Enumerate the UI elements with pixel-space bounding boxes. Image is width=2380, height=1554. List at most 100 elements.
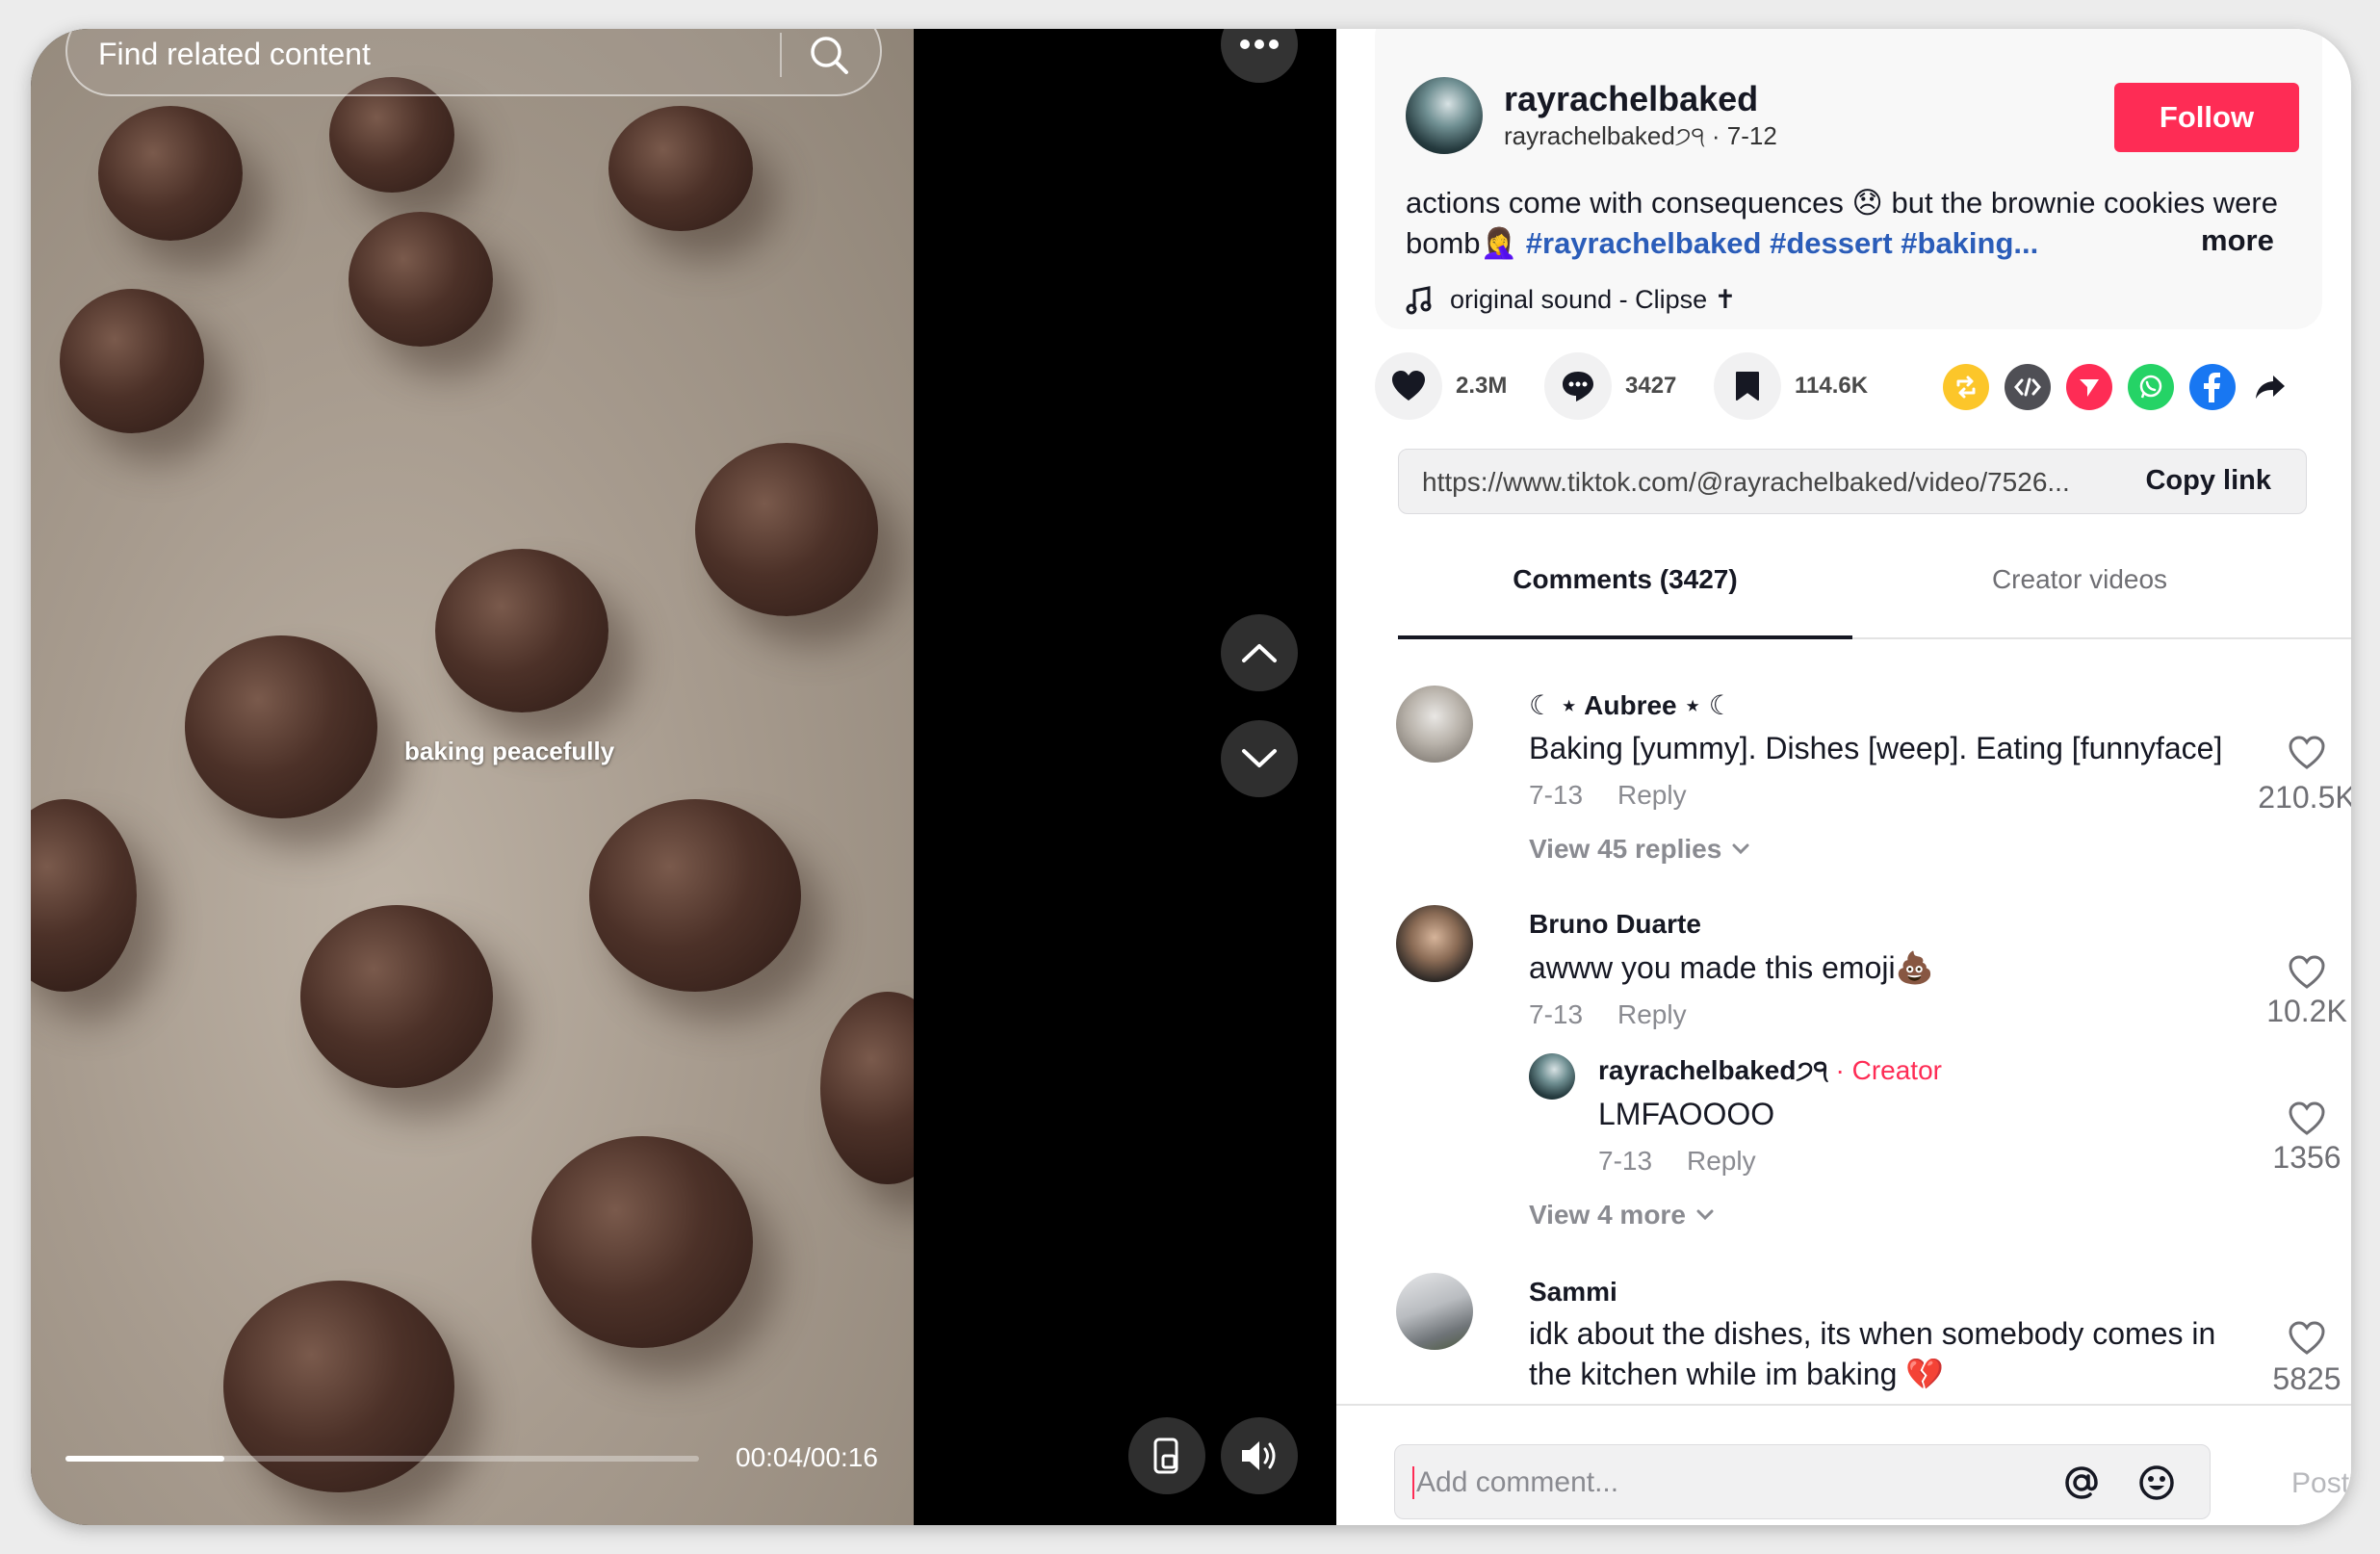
tab-comments[interactable]: Comments (3427) <box>1398 564 1852 595</box>
hashtag-link[interactable]: #baking... <box>1901 226 2038 260</box>
comment-icon <box>1563 372 1593 401</box>
send-icon[interactable] <box>2066 364 2112 410</box>
heart-outline-icon[interactable] <box>2288 734 2326 772</box>
video-url[interactable]: https://www.tiktok.com/@rayrachelbaked/v… <box>1422 467 2070 498</box>
search-divider <box>780 33 782 77</box>
comment-author[interactable]: Bruno Duarte <box>1529 909 1701 940</box>
cookie-shape <box>695 443 878 616</box>
embed-icon[interactable] <box>2005 364 2051 410</box>
bookmark-icon <box>1736 372 1759 401</box>
panel-tabs: Comments (3427) Creator videos <box>1398 549 2351 639</box>
whatsapp-glyph <box>2139 375 2162 399</box>
comment-like-count: 210.5K <box>2258 780 2351 815</box>
repost-glyph <box>1956 376 1976 399</box>
search-icon[interactable] <box>807 33 851 77</box>
save-button[interactable]: 114.6K <box>1714 352 1868 420</box>
previous-video-button[interactable] <box>1221 614 1298 691</box>
comment-author[interactable]: Sammi <box>1529 1277 1617 1308</box>
facebook-glyph <box>2204 373 2220 402</box>
reply-author[interactable]: rayrachelbaked੭੧ · Creator <box>1598 1055 1942 1087</box>
view-more-label: View 4 more <box>1529 1200 1686 1230</box>
heart-icon <box>1392 371 1425 401</box>
cookie-shape <box>435 549 608 712</box>
sound-link[interactable]: original sound - Clipse ✝ <box>1406 285 1736 315</box>
reply-button[interactable]: Reply <box>1687 1146 1756 1177</box>
cookie-shape <box>98 106 243 241</box>
reply-text: LMFAOOOO <box>1598 1097 1775 1131</box>
save-circle <box>1714 352 1781 420</box>
cookie-shape <box>531 1136 753 1348</box>
repost-icon[interactable] <box>1943 364 1989 410</box>
comment-button[interactable]: 3427 <box>1544 352 1676 420</box>
ellipsis-icon <box>1240 39 1279 49</box>
search-input[interactable]: Find related content <box>65 29 882 96</box>
avatar[interactable] <box>1396 686 1473 763</box>
cookie-shape <box>820 992 914 1184</box>
facebook-icon[interactable] <box>2189 364 2236 410</box>
details-panel: rayrachelbaked rayrachelbaked੭੧ · 7-12 F… <box>1336 29 2351 1525</box>
emoji-icon[interactable] <box>2136 1463 2177 1503</box>
post-caption: actions come with consequences 😞 but the… <box>1406 183 2291 264</box>
sound-title: original sound - Clipse ✝ <box>1450 285 1737 314</box>
view-replies-button[interactable]: View 45 replies <box>1529 834 1750 865</box>
comment-author[interactable]: ☾ ⋆ Aubree ⋆ ☾ <box>1529 689 1733 721</box>
comment-placeholder: Add comment... <box>1412 1466 1618 1499</box>
avatar[interactable] <box>1529 1053 1575 1100</box>
view-replies-label: View 45 replies <box>1529 834 1722 864</box>
reply-button[interactable]: Reply <box>1617 999 1687 1030</box>
share-arrow-icon[interactable] <box>2247 364 2293 410</box>
comment-composer: Add comment... Post <box>1336 1404 2351 1525</box>
tab-creator-videos[interactable]: Creator videos <box>1852 564 2307 595</box>
avatar[interactable] <box>1396 1273 1473 1350</box>
floating-player-icon <box>1153 1437 1178 1474</box>
video-progress-fill <box>65 1456 224 1462</box>
next-video-button[interactable] <box>1221 720 1298 797</box>
hashtag-link[interactable]: #dessert <box>1770 226 1893 260</box>
caption-more-button[interactable]: more <box>2201 223 2274 258</box>
music-note-icon <box>1406 285 1432 314</box>
reply-author-name: rayrachelbaked੭੧ <box>1598 1055 1828 1085</box>
whatsapp-icon[interactable] <box>2128 364 2174 410</box>
comment-like-count: 5825 <box>2272 1361 2341 1396</box>
comment-list[interactable]: ☾ ⋆ Aubree ⋆ ☾ Baking [yummy]. Dishes [w… <box>1336 641 2351 1404</box>
reply-button[interactable]: Reply <box>1617 780 1687 811</box>
follow-button[interactable]: Follow <box>2114 83 2299 152</box>
mention-icon[interactable] <box>2061 1463 2102 1503</box>
cookie-shape <box>349 212 493 347</box>
cookie-shape <box>31 799 137 992</box>
video-frame[interactable]: baking peacefully <box>31 29 914 1525</box>
cookie-shape <box>608 106 753 231</box>
cookie-shape <box>300 905 493 1088</box>
comment-text-line: idk about the dishes, its when somebody … <box>1529 1316 2216 1351</box>
heart-outline-icon[interactable] <box>2288 953 2326 992</box>
cookie-shape <box>589 799 801 992</box>
share-arrow-glyph <box>2256 376 2285 399</box>
comment-date: 7-13 <box>1529 780 1584 810</box>
more-options-button[interactable] <box>1221 29 1298 83</box>
view-more-button[interactable]: View 4 more <box>1529 1200 1715 1230</box>
cookie-shape <box>185 635 377 818</box>
comment-like-count: 1356 <box>2272 1140 2341 1175</box>
like-button[interactable]: 2.3M <box>1375 352 1507 420</box>
hashtag-link[interactable]: #rayrachelbaked <box>1526 226 1762 260</box>
cookie-shape <box>60 289 204 433</box>
floating-player-button[interactable] <box>1128 1417 1205 1494</box>
comment-input[interactable]: Add comment... <box>1394 1444 2211 1519</box>
avatar[interactable] <box>1396 905 1473 982</box>
video-time: 00:04/00:16 <box>736 1442 878 1472</box>
send-glyph <box>2080 379 2099 397</box>
author-username[interactable]: rayrachelbaked <box>1504 79 1758 119</box>
heart-outline-icon[interactable] <box>2288 1319 2326 1358</box>
comment-text: awww you made this emoji💩 <box>1529 950 1934 985</box>
chevron-down-icon <box>1732 843 1749 855</box>
avatar[interactable] <box>1406 77 1483 154</box>
reply-date: 7-13 <box>1598 1146 1653 1176</box>
copy-link-button[interactable]: Copy link <box>2145 465 2271 497</box>
like-circle <box>1375 352 1442 420</box>
video-player[interactable]: baking peacefully Find related content 0… <box>31 29 1336 1525</box>
chevron-up-icon <box>1242 644 1277 662</box>
post-comment-button[interactable]: Post <box>2291 1467 2349 1500</box>
volume-button[interactable] <box>1221 1417 1298 1494</box>
heart-outline-icon[interactable] <box>2288 1100 2326 1138</box>
video-progress-bar[interactable] <box>65 1456 699 1462</box>
